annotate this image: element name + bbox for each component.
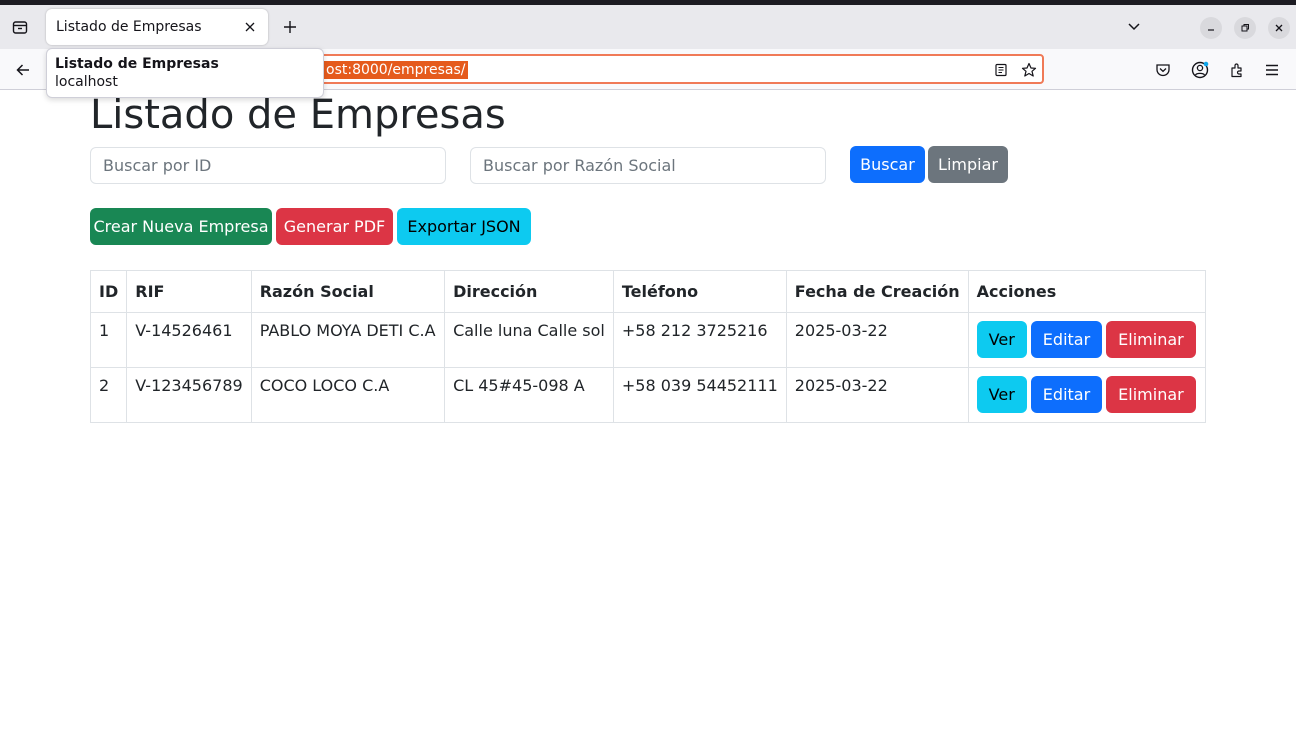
cell-id: 1: [89, 312, 128, 368]
header-fecha-creacion: Fecha de Creación: [785, 270, 969, 313]
account-icon[interactable]: [1189, 59, 1211, 81]
header-rif: RIF: [126, 270, 252, 313]
pocket-icon[interactable]: [1152, 59, 1174, 81]
crear-empresa-button[interactable]: Crear Nueva Empresa: [90, 208, 272, 245]
window-close-icon[interactable]: [1268, 17, 1290, 39]
cell-id: 2: [89, 367, 128, 423]
table-header-row: ID RIF Razón Social Dirección Teléfono F…: [89, 270, 1207, 313]
eliminar-button[interactable]: Eliminar: [1106, 321, 1196, 358]
buscar-button[interactable]: Buscar: [850, 146, 925, 183]
cell-direccion: CL 45#45-098 A: [444, 367, 614, 423]
cell-telefono: +58 039 54452111: [612, 367, 787, 423]
extensions-icon[interactable]: [1226, 59, 1248, 81]
cell-fecha: 2025-03-22: [785, 312, 969, 368]
exportar-json-button[interactable]: Exportar JSON: [397, 208, 531, 245]
tab-strip: Listado de Empresas: [0, 5, 1296, 49]
restore-icon[interactable]: [1234, 17, 1256, 39]
menu-icon[interactable]: [1261, 59, 1283, 81]
tab-tooltip: Listado de Empresas localhost: [46, 48, 324, 98]
header-razon-social: Razón Social: [250, 270, 446, 313]
cell-telefono: +58 212 3725216: [612, 312, 787, 368]
ver-button[interactable]: Ver: [976, 321, 1027, 358]
editar-button[interactable]: Editar: [1030, 321, 1103, 358]
cell-acciones: Ver Editar Eliminar: [967, 367, 1207, 423]
tooltip-title: Listado de Empresas: [55, 56, 219, 72]
cell-rif: V-123456789: [126, 367, 252, 423]
cell-direccion: Calle luna Calle sol: [444, 312, 614, 368]
reader-view-icon[interactable]: [992, 61, 1010, 79]
plus-icon[interactable]: [280, 17, 300, 37]
header-id: ID: [89, 270, 128, 313]
bookmark-star-icon[interactable]: [1020, 61, 1038, 79]
tab-title: Listado de Empresas: [56, 19, 202, 35]
minimize-icon[interactable]: [1200, 17, 1222, 39]
header-direccion: Dirección: [444, 270, 614, 313]
search-id-input[interactable]: [90, 147, 446, 184]
search-razon-social-input[interactable]: [470, 147, 826, 184]
page-content: Listado de Empresas Buscar Limpiar Crear…: [0, 90, 1296, 746]
page-title: Listado de Empresas: [90, 92, 506, 138]
eliminar-button[interactable]: Eliminar: [1106, 376, 1196, 413]
ver-button[interactable]: Ver: [976, 376, 1027, 413]
header-telefono: Teléfono: [612, 270, 787, 313]
table-row: 2 V-123456789 COCO LOCO C.A CL 45#45-098…: [89, 367, 1207, 423]
cell-razon-social: PABLO MOYA DETI C.A: [250, 312, 446, 368]
close-icon[interactable]: [242, 19, 258, 35]
generar-pdf-button[interactable]: Generar PDF: [276, 208, 393, 245]
tab-overview-icon[interactable]: [8, 13, 32, 41]
header-acciones: Acciones: [967, 270, 1207, 313]
cell-rif: V-14526461: [126, 312, 252, 368]
cell-acciones: Ver Editar Eliminar: [967, 312, 1207, 368]
table-row: 1 V-14526461 PABLO MOYA DETI C.A Calle l…: [89, 312, 1207, 368]
chevron-down-icon[interactable]: [1124, 17, 1144, 37]
browser-tab[interactable]: Listado de Empresas: [46, 9, 268, 45]
back-arrow-icon[interactable]: [12, 59, 34, 81]
tooltip-host: localhost: [55, 74, 118, 90]
empresas-table: ID RIF Razón Social Dirección Teléfono F…: [89, 270, 1207, 423]
editar-button[interactable]: Editar: [1030, 376, 1103, 413]
cell-fecha: 2025-03-22: [785, 367, 969, 423]
limpiar-button[interactable]: Limpiar: [928, 146, 1008, 183]
url-text[interactable]: ost:8000/empresas/: [324, 61, 468, 79]
cell-razon-social: COCO LOCO C.A: [250, 367, 446, 423]
